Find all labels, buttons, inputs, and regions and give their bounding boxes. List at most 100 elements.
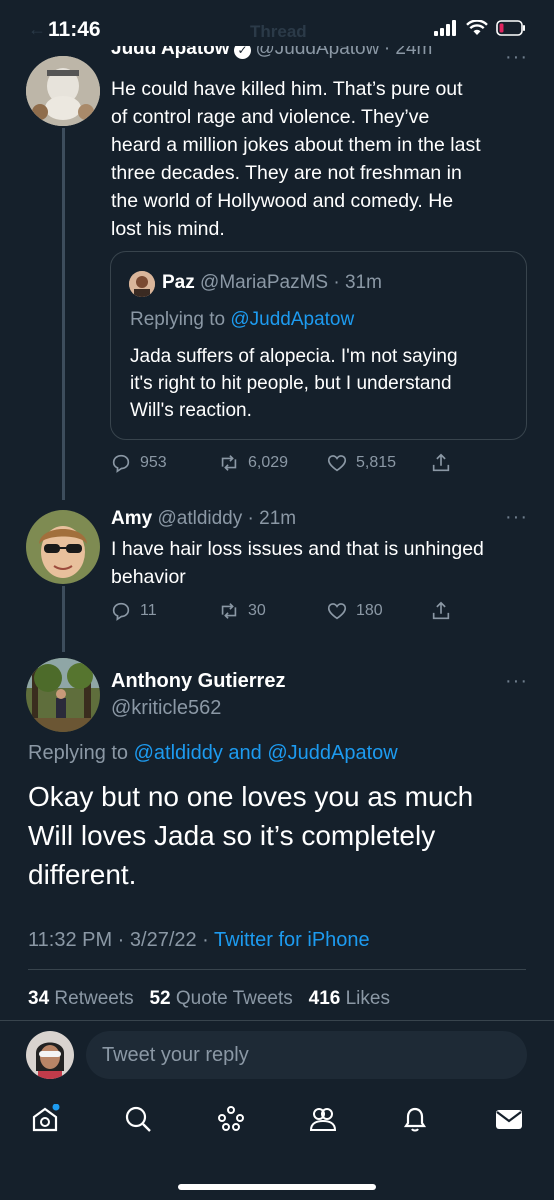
quote-body: Jada suffers of alopecia. I'm not saying…: [130, 343, 458, 424]
body-line: of control rage and violence. They’ve: [111, 106, 430, 128]
reply-button[interactable]: 953: [110, 452, 167, 474]
retweets-stat[interactable]: 34 Retweets: [28, 988, 134, 1009]
avatar-judd[interactable]: [26, 56, 100, 126]
main-tweet-meta: 11:32 PM · 3/27/22 · Twitter for iPhone: [28, 929, 370, 952]
verified-icon: ✓: [234, 46, 252, 59]
replying-prefix: Replying to: [28, 742, 129, 764]
body-line: three decades. They are not freshman in: [111, 162, 462, 184]
like-count: 5,815: [356, 454, 397, 471]
likes-stat[interactable]: 416 Likes: [309, 988, 390, 1009]
body-line: Okay but no one loves you as much: [28, 781, 474, 812]
quotes-count: 52: [149, 988, 171, 1009]
retweets-label: Retweets: [54, 988, 134, 1009]
reply-input-placeholder: Tweet your reply: [102, 1043, 249, 1066]
body-line: lost his mind.: [111, 218, 225, 240]
more-options-icon[interactable]: ···: [505, 506, 528, 529]
avatar-anthony-image: [26, 658, 100, 732]
retweets-count: 34: [28, 988, 50, 1009]
reply-button[interactable]: 11: [110, 600, 157, 622]
messages-icon[interactable]: [494, 1104, 524, 1134]
back-arrow-icon[interactable]: ←: [28, 19, 46, 40]
avatar-self-image: [26, 1031, 74, 1079]
status-time: 11:46: [48, 18, 101, 41]
quote-body-line: Will's reaction.: [130, 400, 252, 421]
quote-author-name: Paz: [162, 272, 195, 293]
likes-count: 416: [308, 988, 341, 1009]
more-options-icon[interactable]: ···: [505, 46, 528, 69]
retweet-icon: [221, 455, 237, 471]
body-line: heard a million jokes about them in the …: [111, 134, 481, 156]
status-icons: [434, 20, 526, 36]
replying-to-link[interactable]: @JuddApatow: [230, 309, 354, 330]
retweet-button[interactable]: 30: [218, 600, 266, 622]
author-name[interactable]: Judd Apatow: [111, 46, 230, 59]
main-replying: Replying to @atldiddy and @JuddApatow: [28, 742, 398, 765]
main-tweet-stats: 34 Retweets 52 Quote Tweets 416 Likes: [28, 988, 390, 1010]
quote-body-line: it's right to hit people, but I understa…: [130, 373, 452, 394]
replying-to-link[interactable]: @atldiddy and @JuddApatow: [134, 742, 398, 764]
retweet-button[interactable]: 6,029: [218, 452, 288, 474]
share-icon: [432, 601, 450, 620]
spaces-icon[interactable]: [216, 1104, 246, 1134]
avatar-anthony[interactable]: [26, 658, 100, 732]
header-title: Thread: [250, 22, 307, 41]
body-line: different.: [28, 859, 137, 890]
quote-replying: Replying to @JuddApatow: [130, 309, 354, 331]
retweet-count: 30: [248, 602, 266, 619]
reply-icon: [112, 602, 130, 621]
body-line: Will loves Jada so it’s completely: [28, 820, 436, 851]
share-button[interactable]: [430, 600, 452, 622]
avatar-judd-image: [26, 56, 100, 126]
search-icon[interactable]: [123, 1104, 153, 1134]
retweet-icon: [221, 603, 237, 619]
like-button[interactable]: 5,815: [326, 452, 396, 474]
main-author-handle[interactable]: @kriticle562: [111, 697, 221, 720]
author-handle[interactable]: @JuddApatow: [255, 46, 379, 59]
divider: [28, 969, 526, 970]
replying-prefix: Replying to: [130, 309, 226, 330]
like-button[interactable]: 180: [326, 600, 383, 622]
share-button[interactable]: [430, 452, 452, 474]
share-icon: [432, 453, 450, 472]
reply-input[interactable]: Tweet your reply: [86, 1031, 527, 1079]
body-line: the world of Hollywood and comedy. He: [111, 190, 454, 212]
more-options-icon[interactable]: ···: [505, 670, 528, 693]
avatar-amy-image: [26, 510, 100, 584]
tweet-judd-body: He could have killed him. That’s pure ou…: [111, 75, 481, 243]
wifi-icon: [466, 20, 488, 35]
like-count: 180: [356, 602, 383, 619]
body-line: I have hair loss issues and that is unhi…: [111, 538, 484, 560]
retweet-count: 6,029: [248, 454, 289, 471]
thread-line: [62, 586, 65, 652]
quote-author-handle: @MariaPazMS · 31m: [200, 272, 382, 293]
tweet-time: · 24m: [383, 46, 433, 59]
home-icon[interactable]: [30, 1103, 60, 1134]
quotes-stat[interactable]: 52 Quote Tweets: [149, 988, 292, 1009]
tweet-source[interactable]: Twitter for iPhone: [214, 929, 370, 951]
main-author-name[interactable]: Anthony Gutierrez: [111, 670, 285, 693]
tweet-timestamp: 11:32 PM · 3/27/22 ·: [28, 929, 209, 951]
home-indicator: [178, 1184, 376, 1190]
tweet-judd-header: Judd Apatow ✓ @JuddApatow · 24m: [111, 46, 432, 66]
communities-icon[interactable]: [308, 1104, 338, 1134]
like-icon: [327, 603, 347, 620]
notifications-icon[interactable]: [400, 1104, 430, 1134]
signal-icon: [434, 20, 456, 36]
likes-label: Likes: [345, 988, 390, 1009]
avatar-self[interactable]: [26, 1031, 74, 1079]
quote-header: Paz @MariaPazMS · 31m: [162, 272, 382, 294]
author-name[interactable]: Amy: [111, 508, 152, 529]
avatar-paz-image: [129, 271, 155, 297]
bottom-nav: [0, 1090, 554, 1160]
quotes-label: Quote Tweets: [175, 988, 293, 1009]
like-icon: [327, 455, 347, 472]
reply-count: 953: [140, 454, 167, 471]
thread-line: [62, 128, 65, 500]
quote-tweet[interactable]: Paz @MariaPazMS · 31m Replying to @JuddA…: [110, 251, 527, 440]
tweet-amy-header: Amy @atldiddy · 21m: [111, 508, 296, 530]
quote-body-line: Jada suffers of alopecia. I'm not saying: [130, 346, 458, 367]
avatar-amy[interactable]: [26, 510, 100, 584]
body-line: He could have killed him. That’s pure ou…: [111, 78, 463, 100]
author-handle[interactable]: @atldiddy · 21m: [157, 508, 296, 529]
main-tweet-body: Okay but no one loves you as much Will l…: [28, 777, 473, 894]
